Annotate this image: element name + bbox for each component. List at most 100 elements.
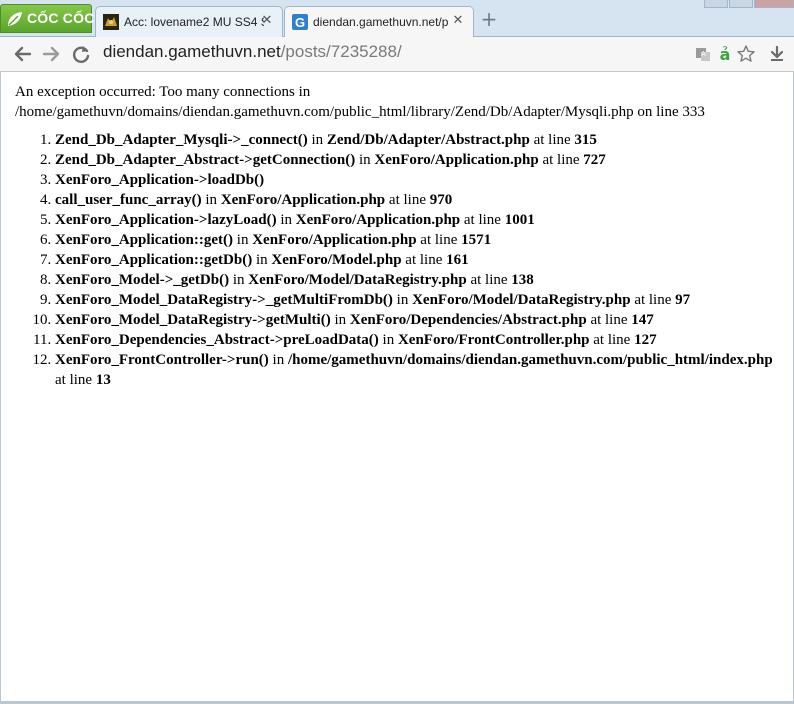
trace-at-line-word: at line (630, 292, 676, 308)
trace-in-word: in (252, 252, 272, 268)
reload-icon[interactable] (70, 43, 92, 65)
trace-file: XenForo/Application.php (220, 192, 386, 208)
trace-function: XenForo_Application->loadDb() (55, 172, 265, 188)
trace-at-line-word: at line (589, 332, 635, 348)
trace-function: XenForo_Model_DataRegistry->getMulti() (55, 312, 331, 328)
stack-trace-item: XenForo_Model_DataRegistry->_getMultiFro… (55, 290, 785, 310)
trace-function: Zend_Db_Adapter_Mysqli->_connect() (55, 132, 308, 148)
stack-trace-item: call_user_func_array() in XenForo/Applic… (55, 190, 785, 210)
tab-title: Acc: lovename2 MU SS4 S (124, 15, 264, 29)
trace-line-number: 970 (429, 192, 453, 208)
svg-text:G: G (295, 15, 305, 30)
trace-file: /home/gamethuvn/domains/diendan.gamethuv… (287, 352, 773, 368)
coccoc-logo-icon (8, 12, 22, 26)
trace-file: XenForo/Model.php (271, 252, 402, 268)
error-content: An exception occurred: Too many connecti… (15, 82, 785, 390)
close-icon[interactable]: ✕ (260, 14, 274, 28)
gamethuvn-g-icon: G (292, 14, 308, 30)
address-url[interactable]: diendan.gamethuvn.net/posts/7235288/ (103, 42, 402, 62)
trace-file: XenForo/Model/DataRegistry.php (412, 292, 631, 308)
toolbar: diendan.gamethuvn.net/posts/7235288/ A ả (0, 37, 794, 72)
maximize-button[interactable] (729, 0, 753, 8)
stack-trace-item: XenForo_Model_DataRegistry->getMulti() i… (55, 310, 785, 330)
trace-line-number: 97 (675, 292, 691, 308)
trace-function: XenForo_Application::getDb() (55, 252, 253, 268)
minimize-button[interactable] (704, 0, 728, 8)
close-icon[interactable]: ✕ (451, 14, 465, 28)
trace-file: Zend/Db/Adapter/Abstract.php (326, 132, 530, 148)
stack-trace-item: XenForo_Application::getDb() in XenForo/… (55, 250, 785, 270)
trace-in-word: in (229, 272, 249, 288)
trace-function: Zend_Db_Adapter_Abstract->getConnection(… (55, 152, 356, 168)
trace-file: XenForo/Dependencies/Abstract.php (349, 312, 587, 328)
page-viewport: An exception occurred: Too many connecti… (0, 72, 794, 704)
forward-icon[interactable] (40, 43, 62, 65)
trace-at-line-word: at line (586, 312, 632, 328)
trace-in-word: in (268, 352, 288, 368)
trace-function: XenForo_Model->_getDb() (55, 272, 230, 288)
tab-diendan-gamethuvn[interactable]: G diendan.gamethuvn.net/p ✕ (284, 6, 474, 38)
error-message-line1: An exception occurred: Too many connecti… (15, 84, 311, 100)
tab-strip: CỐC CỐC Acc: lovename2 MU SS4 S ✕ G dien… (0, 0, 794, 38)
close-window-button[interactable] (754, 0, 794, 8)
mu-game-icon (103, 14, 119, 30)
trace-function: XenForo_Application->lazyLoad() (55, 212, 277, 228)
coccoc-menu-button[interactable]: CỐC CỐC (0, 4, 95, 33)
download-icon[interactable] (767, 44, 787, 64)
plus-icon: + (480, 7, 498, 31)
trace-line-number: 1571 (461, 232, 492, 248)
trace-in-word: in (355, 152, 375, 168)
trace-function: XenForo_FrontController->run() (55, 352, 269, 368)
trace-line-number: 1001 (504, 212, 535, 228)
tab-acc-lovename2[interactable]: Acc: lovename2 MU SS4 S ✕ (95, 6, 283, 37)
stack-trace-list: Zend_Db_Adapter_Mysqli->_connect() in Ze… (15, 130, 785, 390)
trace-in-word: in (276, 212, 296, 228)
stack-trace-item: XenForo_FrontController->run() in /home/… (55, 350, 785, 390)
error-message-line2: /home/gamethuvn/domains/diendan.gamethuv… (15, 104, 705, 120)
trace-file: XenForo/Application.php (295, 212, 461, 228)
trace-line-number: 138 (511, 272, 534, 288)
trace-function: XenForo_Application::get() (55, 232, 234, 248)
trace-function: XenForo_Dependencies_Abstract->preLoadDa… (55, 332, 379, 348)
trace-in-word: in (201, 192, 221, 208)
star-icon[interactable] (736, 44, 756, 64)
coccoc-a-icon[interactable]: ả (715, 44, 735, 64)
trace-in-word: in (307, 132, 327, 148)
trace-in-word: in (392, 292, 413, 308)
stack-trace-item: Zend_Db_Adapter_Mysqli->_connect() in Ze… (55, 130, 785, 150)
svg-text:ả: ả (720, 45, 731, 64)
trace-file: XenForo/Model/DataRegistry.php (248, 272, 467, 288)
translate-icon[interactable]: A (693, 44, 713, 64)
trace-at-line-word: at line (401, 252, 447, 268)
trace-in-word: in (233, 232, 253, 248)
trace-function: call_user_func_array() (55, 192, 202, 208)
stack-trace-item: XenForo_Model->_getDb() in XenForo/Model… (55, 270, 785, 290)
trace-function: XenForo_Model_DataRegistry->_getMultiFro… (55, 292, 393, 308)
trace-file: XenForo/Application.php (252, 232, 417, 248)
trace-at-line-word: at line (416, 232, 462, 248)
trace-in-word: in (330, 312, 350, 328)
url-path: /posts/7235288/ (280, 42, 402, 61)
trace-line-number: 147 (631, 312, 654, 328)
trace-line-number: 315 (574, 132, 597, 148)
trace-at-line-word: at line (385, 192, 430, 208)
trace-at-line-word: at line (460, 212, 505, 228)
trace-line-number: 13 (95, 372, 111, 388)
url-domain: diendan.gamethuvn.net (103, 42, 281, 61)
trace-file: XenForo/Application.php (374, 152, 539, 168)
stack-trace-item: XenForo_Application->loadDb() (55, 170, 785, 190)
trace-at-line-word: at line (466, 272, 512, 288)
brand-label: CỐC CỐC (27, 10, 95, 26)
back-icon[interactable] (12, 43, 34, 65)
new-tab-button[interactable]: + (478, 9, 500, 29)
stack-trace-item: XenForo_Application->lazyLoad() in XenFo… (55, 210, 785, 230)
error-message: An exception occurred: Too many connecti… (15, 82, 785, 122)
trace-at-line-word: at line (55, 372, 96, 388)
trace-line-number: 127 (634, 332, 657, 348)
trace-at-line-word: at line (529, 132, 575, 148)
stack-trace-item: XenForo_Application::get() in XenForo/Ap… (55, 230, 785, 250)
trace-file: XenForo/FrontController.php (397, 332, 590, 348)
stack-trace-item: Zend_Db_Adapter_Abstract->getConnection(… (55, 150, 785, 170)
tab-title: diendan.gamethuvn.net/p (313, 15, 449, 29)
trace-line-number: 161 (446, 252, 469, 268)
